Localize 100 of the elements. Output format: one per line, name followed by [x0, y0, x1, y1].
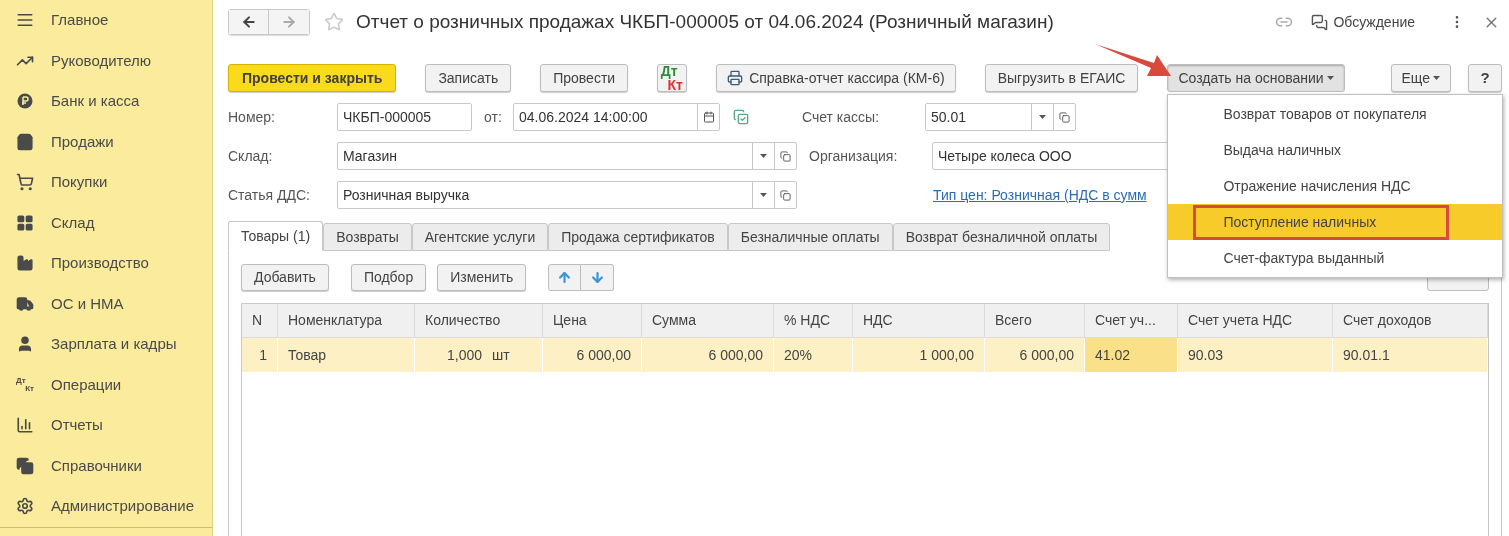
column-header[interactable]: Счет учета НДС [1178, 304, 1333, 337]
dds-field[interactable]: Розничная выручка [337, 181, 797, 209]
discussion-link[interactable]: Обсуждение [1311, 11, 1415, 33]
tab[interactable]: Продажа сертификатов [548, 223, 728, 251]
sidebar-item[interactable]: Справочники [0, 445, 212, 486]
caret-icon [1039, 115, 1046, 119]
window-title: Отчет о розничных продажах ЧКБП-000005 от 04.06.2024 (Розничный магазин) [356, 9, 1054, 34]
sidebar-item[interactable]: Склад [0, 202, 212, 243]
warehouse-field[interactable]: Магазин [337, 142, 797, 170]
tab[interactable]: Товары (1) [228, 221, 324, 251]
back-icon [240, 14, 257, 30]
sidebar-item[interactable]: Продажи [0, 121, 212, 162]
sidebar-item[interactable]: Главное [0, 0, 212, 41]
column-header[interactable]: Счет доходов [1333, 304, 1488, 337]
help-button[interactable]: ? [1468, 64, 1502, 92]
column-header[interactable]: Сумма [642, 304, 774, 337]
tab[interactable]: Агентские услуги [411, 223, 549, 251]
unit-label: шт [492, 345, 511, 365]
table-cell: 41.02 [1085, 338, 1178, 372]
open-icon [780, 150, 791, 162]
field-label: Организация: [809, 146, 899, 166]
sidebar-item[interactable]: Зарплата и кадры [0, 324, 212, 365]
table-toolbar-button[interactable]: Изменить [437, 263, 527, 291]
bar-chart-icon [16, 416, 34, 435]
field-label: Склад: [228, 146, 274, 166]
open-icon [1059, 111, 1070, 123]
field-label: Счет кассы: [802, 107, 881, 127]
tab[interactable]: Возврат безналичной оплаты [892, 223, 1111, 251]
table-cell: 1 000,00 [853, 338, 985, 372]
column-header[interactable]: Всего [985, 304, 1085, 337]
tab[interactable]: Безналичные оплаты [727, 223, 893, 251]
caret-icon [1326, 76, 1334, 80]
sidebar-item[interactable]: Банк и касса [0, 81, 212, 122]
cart-icon [16, 173, 34, 192]
dropdown-button[interactable]: Еще [1390, 64, 1451, 92]
column-header[interactable]: Счет уч... [1085, 304, 1178, 337]
factory-icon [16, 254, 34, 273]
highlight-frame: Поступление наличных [1193, 204, 1450, 240]
sidebar-item[interactable]: ОС и НМА [0, 283, 212, 324]
person-icon [16, 335, 34, 354]
grid-icon [16, 213, 34, 232]
toolbar-button[interactable]: Записать [425, 64, 512, 92]
table-toolbar-button[interactable]: Добавить [241, 263, 329, 291]
move-down-button[interactable] [581, 263, 615, 291]
gear-icon [16, 497, 34, 516]
column-header[interactable]: Номенклатура [278, 304, 415, 337]
table-toolbar-button[interactable]: Подбор [350, 263, 427, 291]
column-header[interactable]: Цена [543, 304, 642, 337]
menu-item[interactable]: Отражение начисления НДС [1168, 168, 1503, 204]
move-up-button[interactable] [548, 263, 582, 291]
table-cell: 6 000,00 [543, 338, 642, 372]
caret-icon [760, 193, 767, 197]
tab[interactable]: Возвраты [323, 223, 412, 251]
star-icon[interactable] [324, 12, 344, 32]
field-label: Статья ДДС: [228, 185, 311, 205]
field-label: Номер: [228, 107, 276, 127]
sidebar-item[interactable]: Администрирование [0, 486, 212, 527]
sidebar-item[interactable]: Производство [0, 243, 212, 284]
ruble-icon [17, 93, 33, 110]
print-report-button[interactable]: Справка-отчет кассира (КМ-6) [716, 64, 956, 92]
column-header[interactable]: Количество [415, 304, 543, 337]
menu-item[interactable]: Возврат товаров от покупателя [1168, 96, 1503, 132]
table-cell: 1,000 шт [415, 338, 543, 372]
open-icon [780, 189, 791, 201]
table-cell: 90.01.1 [1333, 338, 1488, 372]
caret-icon [1433, 76, 1440, 80]
dtkt-icon: Дт Кт [16, 376, 34, 393]
sidebar-item[interactable]: Руководителю [0, 40, 212, 81]
column-header[interactable]: % НДС [774, 304, 853, 337]
post-and-close-button[interactable]: Провести и закрыть [228, 64, 397, 92]
field-label: от: [484, 107, 503, 127]
table-cell: 20% [774, 338, 853, 372]
cash-account-field[interactable]: 50.01 [925, 103, 1076, 131]
document-check-icon[interactable] [733, 109, 749, 125]
forward-icon [281, 14, 297, 30]
sidebar-item[interactable]: Отчеты [0, 405, 212, 446]
dtkt-button[interactable]: Дт Кт [657, 64, 688, 92]
menu-item[interactable]: Поступление наличных [1168, 204, 1503, 240]
calendar-icon [702, 111, 715, 123]
number-field[interactable]: ЧКБП-000005 [337, 103, 472, 131]
table-cell: 1 [242, 338, 278, 372]
discussion-icon [1311, 13, 1329, 31]
date-field[interactable]: 04.06.2024 14:00:00 [513, 103, 720, 131]
arrow-down-icon [589, 269, 605, 285]
price-type-link[interactable]: Тип цен: Розничная (НДС в сумм [933, 184, 1147, 206]
dropdown-button[interactable]: Создать на основании [1167, 64, 1345, 92]
toolbar-button[interactable]: Провести [540, 64, 629, 92]
menu-item[interactable]: Счет-фактура выданный [1168, 240, 1503, 276]
truck-icon [16, 294, 34, 313]
caret-icon [760, 154, 767, 158]
back-button[interactable] [229, 10, 269, 34]
table-cell: 6 000,00 [642, 338, 774, 372]
table-cell: 90.03 [1178, 338, 1333, 372]
table-cell: Товар [278, 338, 415, 372]
column-header[interactable]: НДС [853, 304, 985, 337]
sidebar-item[interactable]: Покупки [0, 162, 212, 203]
column-header[interactable]: N [242, 304, 278, 337]
sidebar-item[interactable]: Дт Кт Операции [0, 364, 212, 405]
printer-icon [727, 70, 744, 86]
toolbar-button[interactable]: Выгрузить в ЕГАИС [984, 64, 1139, 92]
